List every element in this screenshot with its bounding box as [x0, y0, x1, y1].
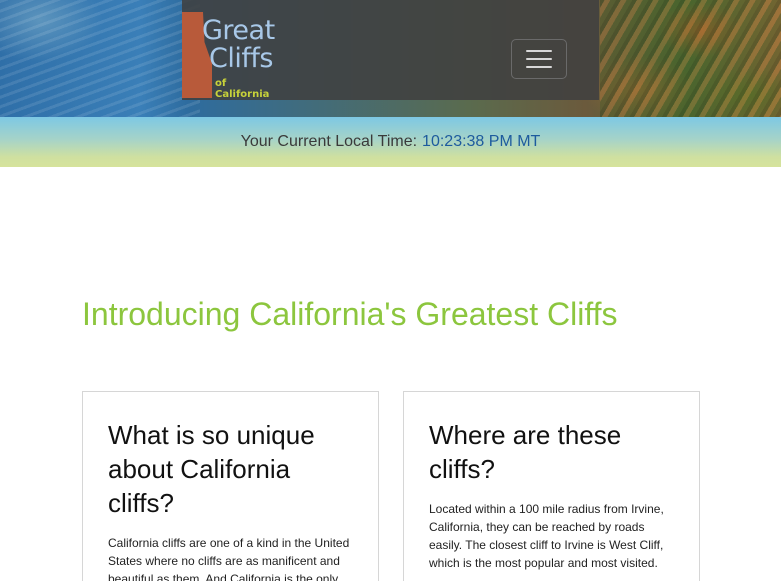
hamburger-icon-bar: [526, 66, 552, 68]
card-unique: What is so unique about California cliff…: [82, 391, 379, 581]
logo-text-great: Great: [202, 15, 275, 46]
intro-heading: Introducing California's Greatest Cliffs: [82, 296, 618, 332]
hamburger-icon-bar: [526, 58, 552, 60]
local-time-value: 10:23:38 PM MT: [422, 133, 541, 150]
card-heading: What is so unique about California cliff…: [108, 420, 315, 518]
site-logo[interactable]: Great Cliffs of California: [182, 8, 282, 100]
card-location: Where are these cliffs? Located within a…: [403, 391, 700, 581]
card-body: California cliffs are one of a kind in t…: [108, 536, 350, 581]
hero-header: Great Cliffs of California: [0, 0, 781, 117]
menu-toggle-button[interactable]: [511, 39, 567, 79]
card-body: Located within a 100 mile radius from Ir…: [429, 502, 664, 570]
local-time-label: Your Current Local Time:: [240, 133, 418, 150]
card-heading: Where are these cliffs?: [429, 420, 622, 484]
local-time-bar: Your Current Local Time: 10:23:38 PM MT: [0, 117, 781, 167]
logo-text-cliffs: Cliffs: [209, 43, 273, 74]
logo-text-subtitle: of California: [215, 78, 270, 100]
foliage-background: [600, 0, 781, 117]
hamburger-icon: [526, 50, 552, 52]
ocean-background: [0, 0, 200, 117]
